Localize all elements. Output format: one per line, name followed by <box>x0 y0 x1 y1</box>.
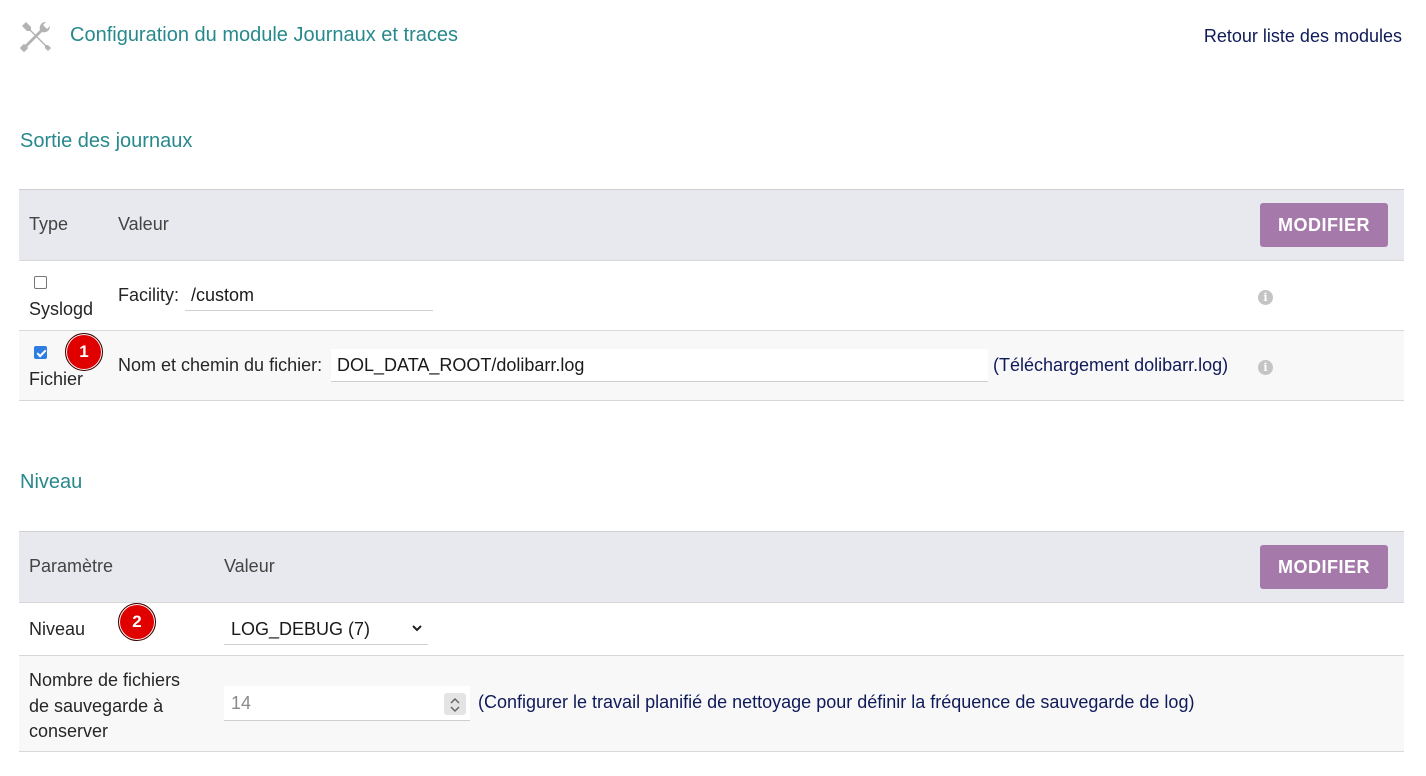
column-header-type: Type <box>29 214 69 234</box>
syslogd-checkbox[interactable] <box>34 276 47 289</box>
table-row-level: Niveau 2 LOG_DEBUG (7) <box>19 603 1404 656</box>
annotation-badge-1: 1 <box>65 333 103 371</box>
table-row-syslogd: Syslogd Facility: i <box>19 261 1404 331</box>
backup-count-label-line: Nombre de fichiers <box>29 670 181 690</box>
back-to-modules-link[interactable]: Retour liste des modules <box>1204 26 1402 47</box>
level-label: Niveau <box>29 619 86 639</box>
backup-count-label-line: conserver <box>29 721 109 741</box>
column-header-value: Valeur <box>224 556 275 576</box>
table-row-file: 1 Fichier Nom et chemin du fichier: (Tél… <box>19 331 1404 401</box>
facility-label: Facility: <box>118 285 180 305</box>
backup-count-input[interactable]: 14 <box>224 686 470 721</box>
file-path-label: Nom et chemin du fichier: <box>118 355 323 375</box>
backup-count-label-line: de sauvegarde à <box>29 695 164 716</box>
page-title: Configuration du module Journaux et trac… <box>70 24 459 46</box>
number-stepper[interactable] <box>444 693 466 715</box>
tools-icon <box>19 21 51 53</box>
annotation-badge-2: 2 <box>118 603 156 641</box>
page-header: Configuration du module Journaux et trac… <box>0 0 1426 80</box>
file-path-input[interactable] <box>331 349 988 382</box>
log-output-section-title: Sortie des journaux <box>20 130 193 152</box>
log-output-table: Type Valeur MODIFIER Syslogd Facility: i… <box>19 189 1404 401</box>
stepper-arrows-icon <box>450 697 460 713</box>
syslogd-type-label: Syslogd <box>29 299 94 319</box>
level-table: Paramètre Valeur MODIFIER Niveau 2 LOG_D… <box>19 531 1404 752</box>
file-checkbox[interactable] <box>34 346 47 359</box>
level-section-title: Niveau <box>20 471 83 493</box>
column-header-value: Valeur <box>118 214 169 234</box>
backup-count-label: Nombre de fichiers de sauvegarde à conse… <box>29 668 180 745</box>
facility-input[interactable] <box>185 281 433 311</box>
download-log-link[interactable]: (Téléchargement dolibarr.log) <box>993 355 1228 376</box>
level-select[interactable]: LOG_DEBUG (7) <box>224 613 428 645</box>
table-row-backup-count: Nombre de fichiers de sauvegarde à conse… <box>19 656 1404 752</box>
modify-log-output-button[interactable]: MODIFIER <box>1260 203 1388 247</box>
level-select-value: LOG_DEBUG (7) <box>231 619 371 639</box>
column-header-parameter: Paramètre <box>29 556 114 576</box>
log-output-header-row: Type Valeur MODIFIER <box>19 189 1404 261</box>
info-icon[interactable]: i <box>1258 290 1273 305</box>
configure-cleanup-job-link[interactable]: (Configurer le travail planifié de netto… <box>478 692 1194 713</box>
file-type-label: Fichier <box>29 369 84 389</box>
chevron-down-icon <box>412 625 422 632</box>
info-icon[interactable]: i <box>1258 360 1273 375</box>
modify-level-button[interactable]: MODIFIER <box>1260 545 1388 589</box>
level-header-row: Paramètre Valeur MODIFIER <box>19 531 1404 603</box>
backup-count-value: 14 <box>231 693 252 713</box>
